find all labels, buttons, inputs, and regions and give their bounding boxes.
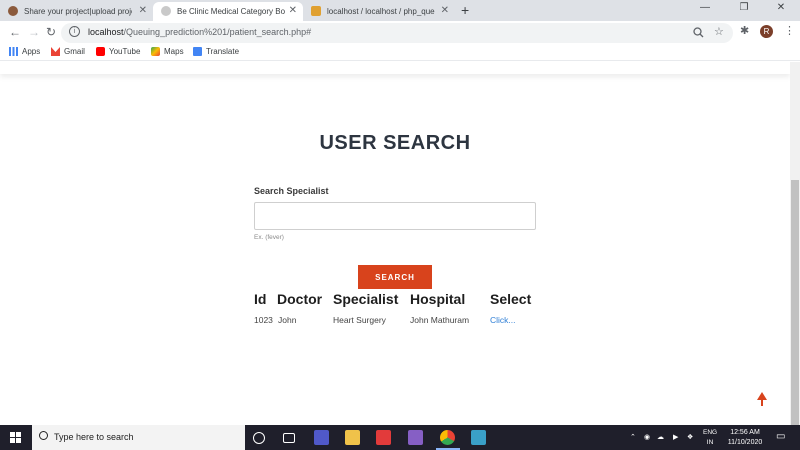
windows-taskbar: Type here to search ⌃ ◉ ☁ ▶ ❖ ENG IN 12:… [0,425,800,450]
tab-be-clinic[interactable]: Be Clinic Medical Category Boots ✕ [153,2,303,21]
bookmark-label: YouTube [109,47,141,56]
bookmark-label: Maps [164,47,184,56]
close-tab-icon[interactable]: ✕ [441,5,449,16]
url-path: /Queuing_prediction%201/patient_search.p… [123,27,312,37]
notepad-icon[interactable] [471,430,486,445]
windows-start-icon[interactable] [10,432,21,443]
cell-doctor: John [278,315,297,325]
language-indicator[interactable]: ENG IN [703,428,717,448]
dropbox-icon[interactable]: ❖ [687,433,693,441]
page-scrollbar[interactable] [790,62,800,425]
cell-id: 1023 [254,315,273,325]
extensions-puzzle-icon[interactable]: ✱ [740,24,749,37]
new-tab-button[interactable]: + [461,2,469,18]
menu-kebab-icon[interactable]: ⋮ [784,24,795,37]
chrome-icon[interactable] [440,430,455,445]
bookmark-star-icon[interactable]: ☆ [714,25,724,38]
site-favicon-icon [311,6,321,16]
bookmark-label: Translate [206,47,240,56]
profile-avatar[interactable]: R [760,25,773,38]
column-header-hospital: Hospital [410,291,466,307]
taskbar-clock[interactable]: 12:56 AM 11/10/2020 [721,428,769,448]
apps-grid-icon [9,47,18,56]
page-header-edge [0,62,790,74]
file-explorer-icon[interactable] [345,430,360,445]
region-code: IN [706,439,714,446]
site-favicon-icon [161,6,171,16]
page-viewport: USER SEARCH Search Specialist Ex. (fever… [0,62,800,425]
tab-label: localhost / localhost / php_queui [327,7,435,16]
youtube-icon [96,47,105,56]
search-button[interactable]: SEARCH [358,265,432,289]
cell-specialist: Heart Surgery [333,315,386,325]
cortana-circle-icon[interactable] [253,432,265,444]
clock-date: 11/10/2020 [727,439,763,446]
cell-hospital: John Mathuram [410,315,470,325]
search-icon [39,431,48,440]
taskbar-search-box[interactable]: Type here to search [32,425,245,450]
bookmark-youtube[interactable]: YouTube [96,47,140,56]
task-view-icon[interactable] [283,433,295,443]
cloud-icon[interactable]: ☁ [657,433,664,441]
screen-recorder-icon[interactable] [376,430,391,445]
notifications-icon[interactable]: ▭ [776,431,785,442]
network-icon[interactable]: ◉ [644,433,650,441]
url-host: localhost [88,27,124,37]
tab-share-project[interactable]: Share your project|upload projec ✕ [0,2,153,21]
bookmark-maps[interactable]: Maps [151,47,184,56]
tab-label: Be Clinic Medical Category Boots [177,7,285,16]
bookmark-label: Gmail [64,47,85,56]
close-tab-icon[interactable]: ✕ [139,5,147,16]
close-tab-icon[interactable]: ✕ [289,5,297,16]
tab-phpmyadmin[interactable]: localhost / localhost / php_queui ✕ [303,2,455,21]
forward-arrow-icon[interactable]: → [28,25,40,39]
minimize-window-button[interactable]: — [692,2,718,13]
translate-icon [193,47,202,56]
zoom-search-icon[interactable] [693,27,704,38]
scrollbar-thumb[interactable] [791,180,799,425]
page-title: USER SEARCH [319,132,471,154]
browser-toolbar: ← → ↻ i localhost/Queuing_prediction%201… [0,21,800,44]
search-specialist-label: Search Specialist [254,186,329,196]
bookmark-gmail[interactable]: Gmail [51,47,85,56]
site-info-icon[interactable]: i [69,26,80,37]
column-header-doctor: Doctor [277,291,323,307]
address-bar[interactable]: i localhost/Queuing_prediction%201/patie… [61,23,733,43]
language-code: ENG [703,429,718,436]
column-header-select: Select [490,291,532,307]
column-header-specialist: Specialist [333,291,399,307]
volume-icon[interactable]: ▶ [673,433,678,441]
search-hint: Ex. (fever) [254,234,284,241]
visual-studio-icon[interactable] [408,430,423,445]
taskbar-search-text: Type here to search [54,432,134,442]
bookmark-translate[interactable]: Translate [193,47,239,56]
select-link[interactable]: Click... [490,315,516,325]
search-specialist-input[interactable] [254,202,536,230]
reload-icon[interactable]: ↻ [46,25,56,39]
show-hidden-icons-chevron-icon[interactable]: ⌃ [630,433,636,441]
gmail-icon [51,47,60,56]
url-text: localhost/Queuing_prediction%201/patient… [88,27,311,37]
tab-label: Share your project|upload projec [24,7,132,16]
scroll-to-top-stem [761,399,763,406]
restore-window-button[interactable]: ❐ [731,2,757,13]
maps-icon [151,47,160,56]
close-window-button[interactable]: ✕ [768,2,794,13]
column-header-id: Id [254,291,267,307]
bookmark-label: Apps [22,47,41,56]
bookmarks-bar: Apps Gmail YouTube Maps Translate [0,44,800,61]
back-arrow-icon[interactable]: ← [9,25,21,39]
browser-tab-strip: Share your project|upload projec ✕ Be Cl… [0,0,800,21]
clock-time: 12:56 AM [730,429,760,436]
teams-icon[interactable] [314,430,329,445]
bookmark-apps[interactable]: Apps [9,47,40,56]
site-favicon-icon [8,6,18,16]
